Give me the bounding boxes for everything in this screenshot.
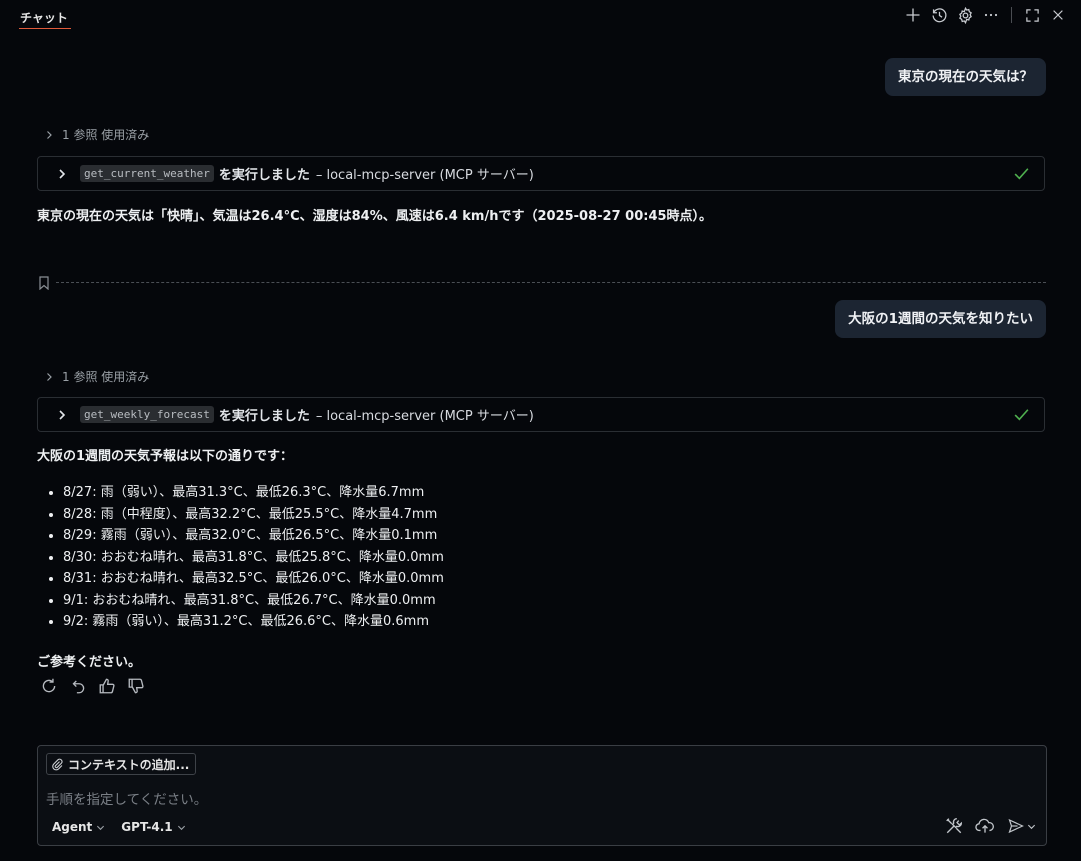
chevron-right-icon [44,130,54,140]
references-toggle[interactable]: 1 参照 使用済み [44,126,149,143]
chevron-down-icon [177,823,186,832]
cloud-upload-icon[interactable] [975,817,995,835]
mode-selectors: Agent GPT-4.1 [52,820,186,834]
list-item: 8/27: 雨（弱い）、最高31.3°C、最低26.3°C、降水量6.7mm [63,482,444,504]
list-item: 8/31: おおむね晴れ、最高32.5°C、最低26.0°C、降水量0.0mm [63,568,444,590]
retry-icon[interactable] [40,677,58,695]
input-actions [945,817,1036,835]
chevron-right-icon[interactable] [57,409,67,421]
tool-action: を実行しました [218,409,310,424]
user-message: 大阪の1週間の天気を知りたい [835,300,1046,338]
header-separator [1011,7,1012,23]
assistant-answer: 東京の現在の天気は「快晴」、気温は26.4°C、湿度は84%、風速は6.4 km… [37,209,713,224]
references-toggle[interactable]: 1 参照 使用済み [44,368,149,385]
chevron-down-icon [96,823,105,832]
undo-icon[interactable] [69,677,87,695]
tool-call-row[interactable]: get_weekly_forecast を実行しました – local-mcp-… [37,397,1045,432]
bookmark-icon[interactable] [38,276,50,290]
agent-mode-dropdown[interactable]: Agent [52,820,105,834]
paperclip-icon [51,758,64,771]
chevron-right-icon [44,372,54,382]
tool-server: – local-mcp-server (MCP サーバー) [315,168,534,183]
references-label: 1 参照 使用済み [62,128,150,142]
references-label: 1 参照 使用済み [62,370,150,384]
assistant-answer-intro: 大阪の1週間の天気予報は以下の通りです： [37,449,294,464]
plus-icon[interactable] [904,6,922,24]
assistant-answer-outro: ご参考ください。 [37,655,142,670]
maximize-icon[interactable] [1023,6,1041,24]
add-context-button[interactable]: コンテキストの追加... [46,753,197,775]
chevron-right-icon[interactable] [57,168,67,180]
list-item: 9/2: 霧雨（弱い）、最高31.2°C、最低26.6°C、降水量0.6mm [63,611,444,633]
history-icon[interactable] [930,6,948,24]
list-item: 9/1: おおむね晴れ、最高31.8°C、最低26.7°C、降水量0.0mm [63,590,444,612]
chat-input[interactable]: 手順を指定してください。 [46,788,207,808]
model-dropdown[interactable]: GPT-4.1 [121,820,185,834]
check-icon [1013,406,1030,423]
tool-name: get_current_weather [80,165,214,182]
check-icon [1013,165,1030,182]
gear-icon[interactable] [956,6,974,24]
user-message: 東京の現在の天気は？ [885,58,1046,96]
more-icon[interactable] [982,6,1000,24]
thumbs-down-icon[interactable] [127,677,145,695]
list-item: 8/28: 雨（中程度）、最高32.2°C、最低25.5°C、降水量4.7mm [63,504,444,526]
tool-call-row[interactable]: get_current_weather を実行しました – local-mcp-… [37,156,1045,191]
tool-server: – local-mcp-server (MCP サーバー) [315,409,534,424]
tool-action: を実行しました [218,168,310,183]
add-context-label: コンテキストの追加... [68,757,190,772]
chevron-down-icon [1027,824,1036,829]
close-icon[interactable] [1049,6,1067,24]
model-label: GPT-4.1 [121,820,173,834]
agent-mode-label: Agent [52,820,93,834]
thumbs-up-icon[interactable] [98,677,116,695]
tab-chat[interactable]: チャット [20,9,68,26]
checkpoint-divider [56,282,1046,283]
chat-input-box[interactable]: コンテキストの追加... 手順を指定してください。 Agent GPT-4.1 [37,745,1047,846]
send-icon[interactable] [1007,818,1036,834]
response-actions [40,677,145,695]
tab-active-indicator [19,28,71,29]
forecast-list: 8/27: 雨（弱い）、最高31.3°C、最低26.3°C、降水量6.7mm 8… [37,482,444,633]
tools-icon[interactable] [945,817,963,835]
tool-name: get_weekly_forecast [80,406,214,423]
list-item: 8/30: おおむね晴れ、最高31.8°C、最低25.8°C、降水量0.0mm [63,547,444,569]
header-toolbar [904,6,1067,24]
list-item: 8/29: 霧雨（弱い）、最高32.0°C、最低26.5°C、降水量0.1mm [63,525,444,547]
